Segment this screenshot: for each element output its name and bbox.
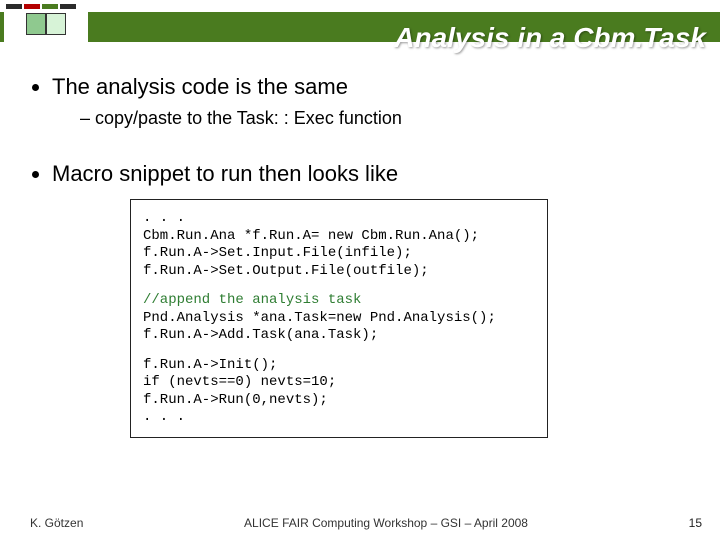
code-snippet: . . . Cbm.Run.Ana *f.Run.A= new Cbm.Run.…	[130, 199, 548, 438]
logo-bar-icon	[42, 4, 58, 9]
logo-building-icon	[26, 13, 66, 35]
code-comment: //append the analysis task	[143, 292, 535, 310]
header-bar: Analysis in a Cbm.Task	[0, 12, 720, 42]
bullet-item: Macro snippet to run then looks like	[52, 161, 686, 187]
bullet-list: The analysis code is the same copy/paste…	[52, 74, 686, 129]
logo	[4, 2, 88, 50]
logo-bar-icon	[24, 4, 40, 9]
slide-body: The analysis code is the same copy/paste…	[0, 52, 720, 438]
code-block: f.Run.A->Init(); if (nevts==0) nevts=10;…	[143, 357, 535, 427]
footer-author: K. Götzen	[30, 516, 83, 530]
slide: Analysis in a Cbm.Task The analysis code…	[0, 0, 720, 540]
code-line: if (nevts==0) nevts=10;	[143, 374, 535, 392]
code-line: . . .	[143, 409, 535, 427]
slide-header: Analysis in a Cbm.Task	[0, 0, 720, 52]
logo-bar-icon	[60, 4, 76, 9]
slide-footer: K. Götzen ALICE FAIR Computing Workshop …	[0, 516, 720, 530]
bullet-list: Macro snippet to run then looks like	[52, 161, 686, 187]
logo-bars	[4, 2, 88, 9]
code-line: f.Run.A->Set.Input.File(infile);	[143, 245, 535, 263]
bullet-text: The analysis code is the same	[52, 74, 348, 99]
code-line: f.Run.A->Add.Task(ana.Task);	[143, 327, 535, 345]
footer-venue: ALICE FAIR Computing Workshop – GSI – Ap…	[83, 516, 688, 530]
bullet-item: The analysis code is the same copy/paste…	[52, 74, 686, 129]
code-line: Cbm.Run.Ana *f.Run.A= new Cbm.Run.Ana();	[143, 228, 535, 246]
slide-title: Analysis in a Cbm.Task	[394, 22, 706, 54]
code-block: //append the analysis task Pnd.Analysis …	[143, 292, 535, 345]
code-line: f.Run.A->Run(0,nevts);	[143, 392, 535, 410]
sub-bullet-list: copy/paste to the Task: : Exec function	[80, 108, 686, 129]
sub-bullet-item: copy/paste to the Task: : Exec function	[80, 108, 686, 129]
code-line: f.Run.A->Set.Output.File(outfile);	[143, 263, 535, 281]
code-line: . . .	[143, 210, 535, 228]
logo-bar-icon	[6, 4, 22, 9]
code-line: f.Run.A->Init();	[143, 357, 535, 375]
code-block: . . . Cbm.Run.Ana *f.Run.A= new Cbm.Run.…	[143, 210, 535, 280]
code-line: Pnd.Analysis *ana.Task=new Pnd.Analysis(…	[143, 310, 535, 328]
page-number: 15	[689, 516, 702, 530]
